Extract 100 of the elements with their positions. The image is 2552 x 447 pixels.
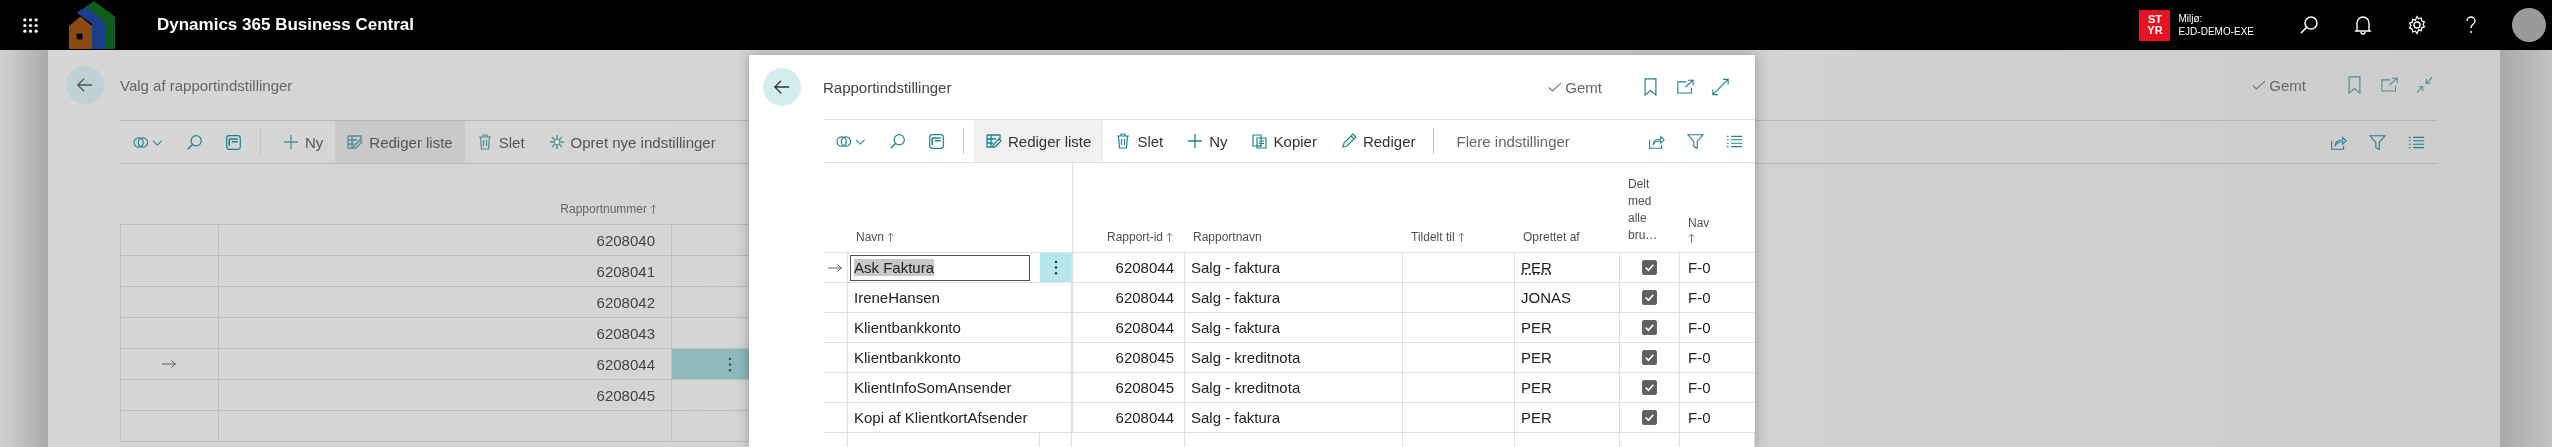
sort-arrow-icon [1688,233,1695,244]
user-avatar[interactable] [2512,8,2546,42]
table-cell [1040,343,1072,373]
layout-icon[interactable] [225,133,242,151]
column-header[interactable]: Delt med alle bru… [1628,176,1670,244]
bell-icon[interactable] [2353,15,2373,35]
back-button[interactable] [763,68,801,106]
toolbar-button[interactable]: Flere indstillinger [1444,120,1582,162]
table-cell [1040,403,1072,433]
back-button[interactable] [66,66,104,104]
table-cell: PER [1515,253,1620,283]
sparkle-icon [548,134,565,150]
table-cell: 6208044 [219,349,672,380]
share-icon[interactable] [1648,132,1665,150]
checkbox[interactable] [1642,380,1657,395]
column-header[interactable]: Rapport-id [1106,230,1173,244]
toolbar-button[interactable]: Rediger liste [335,121,465,163]
toolbar-button[interactable]: Slet [464,121,537,163]
checkbox[interactable] [1642,260,1657,275]
edit-list-icon [347,134,364,150]
table-cell: F-0 [1680,343,1755,373]
table-cell [1040,313,1072,343]
environment-label: Miljø: [2178,12,2204,25]
table-cell [823,403,848,433]
checkmark-icon [1643,381,1656,394]
table-cell: F-0 [1680,373,1755,403]
share-icon[interactable] [2330,133,2347,151]
filter-icon[interactable] [1687,132,1704,150]
table-cell: Salg - faktura [1185,253,1403,283]
table-cell: 6208045 [219,380,672,411]
layout-icon[interactable] [928,132,945,150]
plus-icon [1187,133,1204,149]
bookmark-icon[interactable] [1642,78,1659,96]
table-cell: PER [1515,343,1620,373]
table-cell: F-0 [1680,313,1755,343]
toolbar-button[interactable]: Ny [271,121,336,163]
page-title: Valg af rapportindstillinger [120,76,293,94]
table-cell: 6208044 [1072,313,1185,343]
table-cell: 6208044 [1072,283,1185,313]
table-cell: 6208040 [219,225,672,256]
table-cell: PER [1515,403,1620,433]
checkbox[interactable] [1642,290,1657,305]
open-new-window-icon[interactable] [1677,78,1694,96]
more-options-icon[interactable] [728,356,732,372]
row-arrow-icon [162,359,177,369]
more-options-icon [1053,260,1058,275]
column-header[interactable]: Oprettet af [1523,230,1580,244]
expand-icon[interactable] [1712,78,1729,96]
toolbar-button[interactable]: Rediger liste [974,120,1104,162]
table-cell [823,343,848,373]
checkmark-icon [2252,79,2267,91]
toolbar-button[interactable]: Kopier [1239,120,1329,162]
environment-name: EJD-DEMO-EXE [2178,25,2254,38]
table-cell: 6208044 [1072,253,1185,283]
toolbar-button[interactable]: Slet [1103,120,1176,162]
table-cell: F-0 [1680,253,1755,283]
table-cell [1040,373,1072,403]
checkbox[interactable] [1642,350,1657,365]
table-cell: Salg - kreditnota [1185,373,1403,403]
table-cell: 6208044 [1072,403,1185,433]
table-cell: JONAS [1515,283,1620,313]
pencil-icon [1340,133,1357,149]
toolbar-button[interactable]: Opret nye indstillinger [536,121,728,163]
copy-icon [1251,133,1268,149]
trash-icon [476,134,493,150]
app-launcher-icon[interactable] [22,16,39,34]
name-input-field[interactable]: Ask Faktura [850,254,1030,281]
sort-arrow-icon [650,203,657,215]
checkmark-icon [1643,261,1656,274]
checkmark-icon [1643,291,1656,304]
table-cell [823,373,848,403]
toolbar-button[interactable]: Ny [1175,120,1240,162]
column-header[interactable]: Navn [856,230,894,244]
filter-icon[interactable] [2369,133,2386,151]
checkbox[interactable] [1642,410,1657,425]
table-cell: IreneHansen [848,283,1040,313]
sort-arrow-icon [1166,231,1173,243]
back-arrow-icon [773,78,791,96]
app-title: Dynamics 365 Business Central [157,15,414,35]
checkbox[interactable] [1642,320,1657,335]
edit-list-icon [986,133,1002,149]
column-header[interactable]: Tildelt til [1411,230,1465,244]
toolbar-button[interactable]: Rediger [1328,120,1428,162]
column-header[interactable]: Rapportnavn [1193,230,1262,244]
table-cell: Salg - faktura [1185,283,1403,313]
table-cell: Salg - kreditnota [1185,343,1403,373]
table-cell [823,313,848,343]
column-header[interactable]: Nav [1688,216,1718,244]
table-cell: PER [1515,313,1620,343]
sort-arrow-icon [1457,231,1465,243]
plus-icon [283,134,299,150]
column-header[interactable]: Rapportnummer [560,202,657,216]
open-new-window-icon[interactable] [2381,76,2398,94]
table-cell: F-0 [1680,403,1755,433]
row-arrow-icon [827,262,843,273]
search-icon[interactable] [2299,15,2319,35]
table-cell: 6208045 [1072,343,1185,373]
table-cell: KlientInfoSomAnsender [848,373,1040,403]
settings-icon[interactable] [2407,15,2427,35]
table-cell: F-0 [1680,283,1755,313]
